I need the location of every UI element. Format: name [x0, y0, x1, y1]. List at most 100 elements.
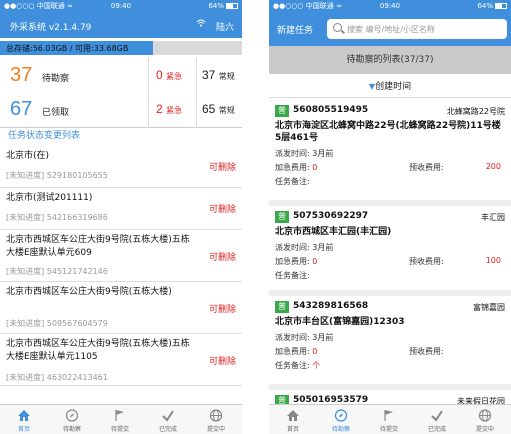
- claimed-count: 67: [10, 98, 33, 120]
- flag-icon: [115, 410, 124, 421]
- item-meta: [未知进度] 529180105655: [6, 171, 108, 180]
- flag-icon: [384, 410, 393, 421]
- task-card[interactable]: 普 560805519495 北蜂窝路22号院 北京市海淀区北蜂窝中路22号(北…: [269, 100, 511, 206]
- pending-normal: 37 常规: [202, 68, 235, 82]
- compass-icon: [65, 409, 79, 422]
- expected-fee-value: 100: [485, 256, 501, 265]
- user-name[interactable]: 陆六: [216, 20, 234, 33]
- pending-label: 待勘察: [42, 74, 70, 84]
- list-item[interactable]: 北京市西城区车公庄大街9号院(五栋大楼)五栋大楼E座默认单元1105 [未知进度…: [0, 334, 242, 386]
- urgent-fee-row: 加急费用: 0: [275, 163, 318, 172]
- item-meta: [未知进度] 545121742146: [6, 267, 108, 276]
- tab-bar: 首页 待勘察 待提交 已完成 提交中: [269, 404, 511, 434]
- dispatch-row: 派发时间: 3月前: [275, 149, 334, 158]
- storage-text: 总存储:56.03GB / 可用:33.68GB: [6, 44, 129, 53]
- search-icon: [333, 23, 342, 32]
- tab-pending[interactable]: 待勘察: [48, 405, 96, 434]
- search-box[interactable]: [327, 19, 507, 39]
- list-item[interactable]: 北京市西城区车公庄大街9号院(五栋大楼) [未知进度] 509567604579…: [0, 282, 242, 334]
- tab-home[interactable]: 首页: [269, 405, 317, 434]
- search-input[interactable]: [347, 22, 503, 36]
- app-header: 外采系统 v2.1.4.79 陆六: [0, 12, 242, 38]
- task-code: 507530692297: [293, 211, 369, 221]
- task-address: 北京市西城区丰汇园(丰汇园): [275, 227, 392, 237]
- item-address: 北京市(测试201111): [6, 193, 93, 203]
- expected-fee-label: 预收费用:: [409, 347, 444, 356]
- tab-home[interactable]: 首页: [0, 405, 48, 434]
- type-badge: 普: [275, 301, 289, 313]
- delete-button[interactable]: 可删除: [209, 202, 236, 215]
- urgent-fee-row: 加急费用: 0: [275, 347, 318, 356]
- expected-fee-label: 预收费用:: [409, 163, 444, 172]
- tab-to-submit[interactable]: 待提交: [365, 405, 413, 434]
- compass-icon: [334, 409, 348, 422]
- pending-list-title: 待勘察的列表(37/37): [269, 46, 511, 74]
- item-meta: [未知进度] 509567604579: [6, 319, 108, 328]
- claimed-urgent: 2 紧急: [156, 102, 183, 116]
- wifi-icon: [196, 19, 206, 30]
- dispatch-row: 派发时间: 3月前: [275, 243, 334, 252]
- type-badge: 普: [275, 211, 289, 223]
- tab-completed[interactable]: 已完成: [144, 405, 192, 434]
- left-screen: ●●○○○ 中国联通 ≈ 09:40 64% 外采系统 v2.1.4.79 陆六…: [0, 0, 242, 434]
- right-screen: ●●○○○ 中国联通 ≈ 09:40 64% 新建任务 待勘察的列表(37/37…: [269, 0, 511, 434]
- tab-completed[interactable]: 已完成: [413, 405, 461, 434]
- task-place: 富锦嘉园: [473, 303, 505, 312]
- section-title: 任务状态变更列表: [8, 131, 81, 141]
- claimed-summary[interactable]: 67 已领取 2 紧急 65 常规: [0, 92, 242, 128]
- list-item[interactable]: 北京市(在) [未知进度] 529180105655 可删除: [0, 146, 242, 188]
- task-place: 北蜂窝路22号院: [446, 107, 505, 116]
- item-meta: [未知进度] 463022413461: [6, 373, 108, 382]
- status-bar: ●●○○○ 中国联通 ≈ 09:40 64%: [269, 0, 511, 12]
- tab-submitting[interactable]: 提交中: [192, 405, 240, 434]
- pending-summary[interactable]: 37 待勘察 0 紧急 37 常规: [0, 58, 242, 94]
- type-badge: 普: [275, 105, 289, 117]
- battery-percent: 64%: [208, 2, 224, 10]
- app-title: 外采系统 v2.1.4.79: [10, 23, 92, 33]
- check-icon: [431, 410, 443, 422]
- battery-icon: [495, 3, 507, 9]
- remark-row: 任务备注: 个: [275, 361, 321, 370]
- tab-pending[interactable]: 待勘察: [317, 405, 365, 434]
- clock: 09:40: [110, 2, 132, 10]
- task-code: 560805519495: [293, 105, 369, 115]
- claimed-normal: 65 常规: [202, 102, 235, 116]
- item-meta: [未知进度] 542166319686: [6, 213, 108, 222]
- list-item[interactable]: 北京市(测试201111) [未知进度] 542166319686 可删除: [0, 188, 242, 230]
- urgent-fee-row: 加急费用: 0: [275, 257, 318, 266]
- globe-icon: [478, 409, 492, 422]
- expected-fee-label: 预收费用:: [409, 257, 444, 266]
- list-item[interactable]: 北京市西城区车公庄大街9号院(五栋大楼)五栋大楼E座默认单元609 [未知进度]…: [0, 230, 242, 282]
- tab-to-submit[interactable]: 待提交: [96, 405, 144, 434]
- task-code: 543289816568: [293, 301, 369, 311]
- clock: 09:40: [379, 2, 401, 10]
- task-place: 丰汇园: [481, 213, 505, 222]
- pending-count: 37: [10, 64, 33, 86]
- home-icon: [18, 410, 30, 421]
- app-header: 新建任务: [269, 12, 511, 46]
- task-address: 北京市丰台区(富锦嘉园)12303: [275, 317, 405, 327]
- pending-urgent: 0 紧急: [156, 68, 183, 82]
- tab-submitting[interactable]: 提交中: [461, 405, 509, 434]
- expected-fee-value: 200: [485, 162, 501, 171]
- status-bar: ●●○○○ 中国联通 ≈ 09:40 64%: [0, 0, 242, 12]
- task-card[interactable]: 普 507530692297 丰汇园 北京市西城区丰汇园(丰汇园) 派发时间: …: [269, 206, 511, 296]
- task-address: 北京市海淀区北蜂窝中路22号(北蜂窝路22号院)11号楼5层461号: [275, 121, 501, 143]
- dispatch-row: 派发时间: 3月前: [275, 333, 334, 342]
- new-task-button[interactable]: 新建任务: [277, 23, 313, 36]
- sort-selector[interactable]: ▼创建时间: [269, 76, 511, 98]
- delete-button[interactable]: 可删除: [209, 160, 236, 173]
- remark-row: 任务备注:: [275, 177, 310, 186]
- delete-button[interactable]: 可删除: [209, 354, 236, 367]
- item-address: 北京市西城区车公庄大街9号院(五栋大楼): [6, 287, 172, 297]
- globe-icon: [209, 409, 223, 422]
- item-address: 北京市(在): [6, 151, 50, 161]
- delete-button[interactable]: 可删除: [209, 302, 236, 315]
- check-icon: [162, 410, 174, 422]
- item-address: 北京市西城区车公庄大街9号院(五栋大楼)五栋大楼E座默认单元1105: [6, 339, 190, 362]
- task-card[interactable]: 普 543289816568 富锦嘉园 北京市丰台区(富锦嘉园)12303 派发…: [269, 296, 511, 390]
- delete-button[interactable]: 可删除: [209, 250, 236, 263]
- home-icon: [287, 410, 299, 421]
- sort-label: 创建时间: [375, 82, 412, 92]
- tab-bar: 首页 待勘察 待提交 已完成 提交中: [0, 404, 242, 434]
